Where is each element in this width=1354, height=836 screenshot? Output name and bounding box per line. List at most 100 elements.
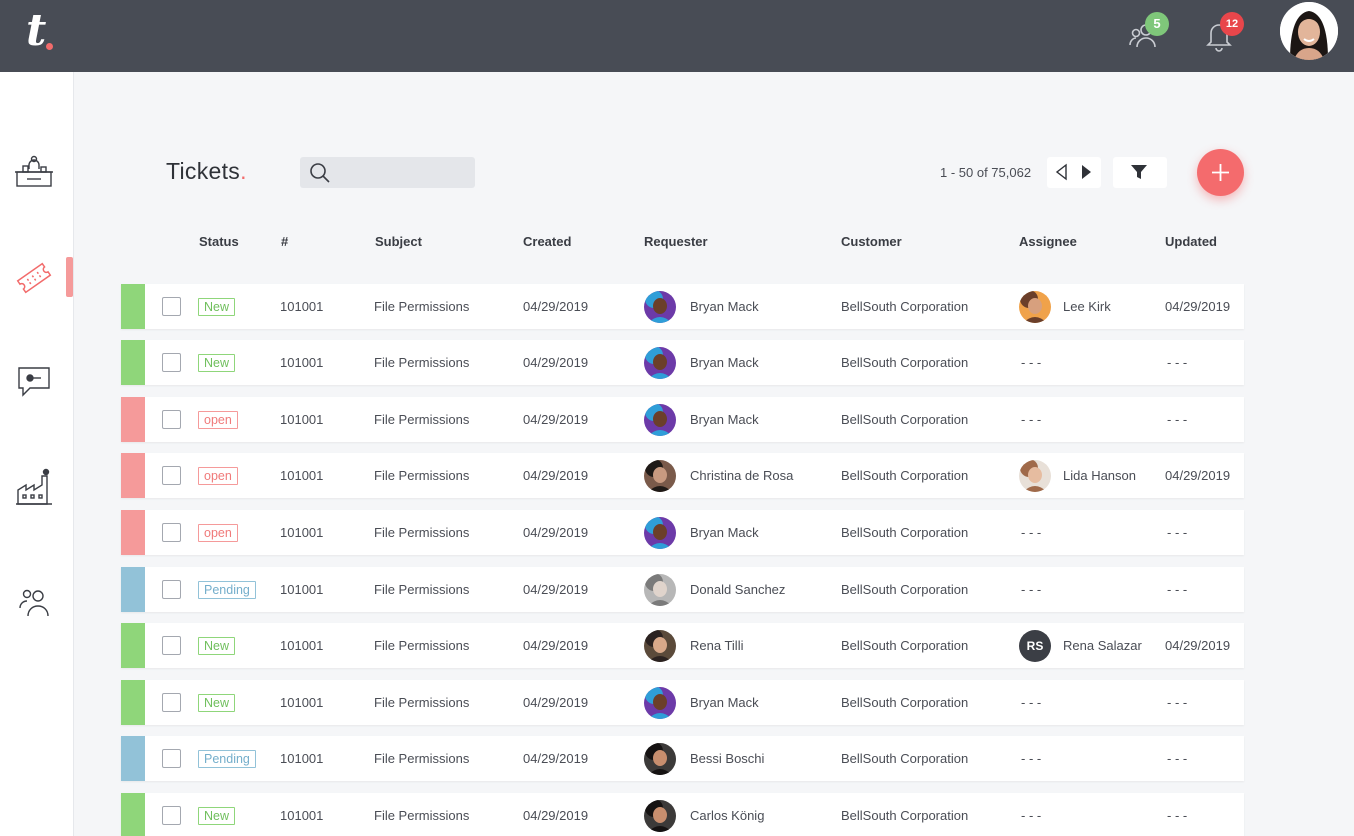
ticket-subject[interactable]: File Permissions [374,412,469,427]
row-checkbox[interactable] [162,693,181,712]
requester-name[interactable]: Carlos König [690,808,764,823]
ticket-subject[interactable]: File Permissions [374,582,469,597]
column-header-requester[interactable]: Requester [644,234,708,249]
customer-name[interactable]: BellSouth Corporation [841,355,968,370]
row-checkbox[interactable] [162,636,181,655]
requester-name[interactable]: Bessi Boschi [690,751,764,766]
logo-letter: t [26,5,47,56]
status-color-stripe [121,567,145,612]
row-checkbox[interactable] [162,410,181,429]
requester-name[interactable]: Donald Sanchez [690,582,785,597]
table-row[interactable]: New 101001 File Permissions 04/29/2019 Bryan… [121,680,1244,725]
next-page-icon[interactable] [1077,163,1095,181]
status-badge: Pending [198,581,256,599]
requester-name[interactable]: Bryan Mack [690,525,759,540]
ticket-number: 101001 [280,299,324,314]
assignee-name[interactable]: Lida Hanson [1063,468,1136,483]
table-row[interactable]: New 101001 File Permissions 04/29/2019 Bryan… [121,340,1244,385]
table-row[interactable]: open 101001 File Permissions 04/29/2019 Chri… [121,453,1244,498]
chat-icon[interactable] [14,362,54,402]
ticket-subject[interactable]: File Permissions [374,355,469,370]
requester-name[interactable]: Rena Tilli [690,638,743,653]
customer-name[interactable]: BellSouth Corporation [841,412,968,427]
table-row[interactable]: open 101001 File Permissions 04/29/2019 Brya… [121,397,1244,442]
ticket-subject[interactable]: File Permissions [374,638,469,653]
ticket-number: 101001 [280,468,324,483]
status-color-stripe [121,284,145,329]
customer-name[interactable]: BellSouth Corporation [841,525,968,540]
requester-avatar [644,347,676,379]
customer-name[interactable]: BellSouth Corporation [841,695,968,710]
requester-avatar [644,800,676,832]
customer-name[interactable]: BellSouth Corporation [841,468,968,483]
column-header-subject[interactable]: Subject [375,234,422,249]
ticket-subject[interactable]: File Permissions [374,299,469,314]
table-row[interactable]: New 101001 File Permissions 04/29/2019 Bryan… [121,284,1244,329]
customer-name[interactable]: BellSouth Corporation [841,299,968,314]
row-checkbox[interactable] [162,353,181,372]
status-badge: New [198,298,236,316]
ticket-number: 101001 [280,638,324,653]
column-header-assignee[interactable]: Assignee [1019,234,1077,249]
search-box[interactable] [300,157,475,188]
requester-name[interactable]: Bryan Mack [690,695,759,710]
table-row[interactable]: Pending 101001 File Permissions 04/29/2019 D… [121,567,1244,612]
page-title-dot: . [240,158,247,184]
user-profile-avatar[interactable] [1280,2,1338,60]
ticket-subject[interactable]: File Permissions [374,751,469,766]
requester-name[interactable]: Christina de Rosa [690,468,793,483]
add-ticket-button[interactable] [1197,149,1244,196]
table-row[interactable]: open 101001 File Permissions 04/29/2019 Brya… [121,510,1244,555]
status-badge: New [198,637,236,655]
assignee-empty: - - - [1021,412,1042,427]
filter-button[interactable] [1113,157,1167,188]
column-header-updated[interactable]: Updated [1165,234,1217,249]
ticket-created-date: 04/29/2019 [523,695,589,710]
users-icon[interactable] [14,582,54,622]
assignee-empty: - - - [1021,582,1042,597]
search-input[interactable] [336,157,471,188]
ticket-updated-date: - - - [1167,355,1188,370]
column-header-status[interactable]: Status [199,234,239,249]
ticket-subject[interactable]: File Permissions [374,808,469,823]
row-checkbox[interactable] [162,297,181,316]
assignee-empty: - - - [1021,808,1042,823]
help-desk-icon[interactable] [14,152,54,192]
status-color-stripe [121,453,145,498]
table-row[interactable]: Pending 101001 File Permissions 04/29/2019 B… [121,736,1244,781]
notifications-badge: 12 [1220,12,1244,36]
assignee-name[interactable]: Rena Salazar [1063,638,1142,653]
customer-name[interactable]: BellSouth Corporation [841,808,968,823]
column-header-customer[interactable]: Customer [841,234,902,249]
ticket-number: 101001 [280,808,324,823]
ticket-created-date: 04/29/2019 [523,638,589,653]
row-checkbox[interactable] [162,580,181,599]
row-checkbox[interactable] [162,523,181,542]
requester-name[interactable]: Bryan Mack [690,299,759,314]
customer-name[interactable]: BellSouth Corporation [841,582,968,597]
ticket-subject[interactable]: File Permissions [374,695,469,710]
app-logo[interactable]: t [26,5,53,56]
requester-name[interactable]: Bryan Mack [690,412,759,427]
previous-page-icon[interactable] [1053,163,1071,181]
customer-name[interactable]: BellSouth Corporation [841,638,968,653]
row-checkbox[interactable] [162,749,181,768]
assignee-empty: - - - [1021,355,1042,370]
assignee-name[interactable]: Lee Kirk [1063,299,1111,314]
status-color-stripe [121,736,145,781]
requester-avatar [644,574,676,606]
table-row[interactable]: New 101001 File Permissions 04/29/2019 Rena … [121,623,1244,668]
column-header-created[interactable]: Created [523,234,571,249]
assignee-empty: - - - [1021,525,1042,540]
ticket-subject[interactable]: File Permissions [374,468,469,483]
ticket-subject[interactable]: File Permissions [374,525,469,540]
row-checkbox[interactable] [162,466,181,485]
column-header-number[interactable]: # [281,234,288,249]
organizations-icon[interactable] [14,468,54,508]
status-badge: Pending [198,750,256,768]
tickets-icon[interactable] [14,258,54,298]
table-row[interactable]: New 101001 File Permissions 04/29/2019 Carlo… [121,793,1244,836]
requester-name[interactable]: Bryan Mack [690,355,759,370]
row-checkbox[interactable] [162,806,181,825]
customer-name[interactable]: BellSouth Corporation [841,751,968,766]
